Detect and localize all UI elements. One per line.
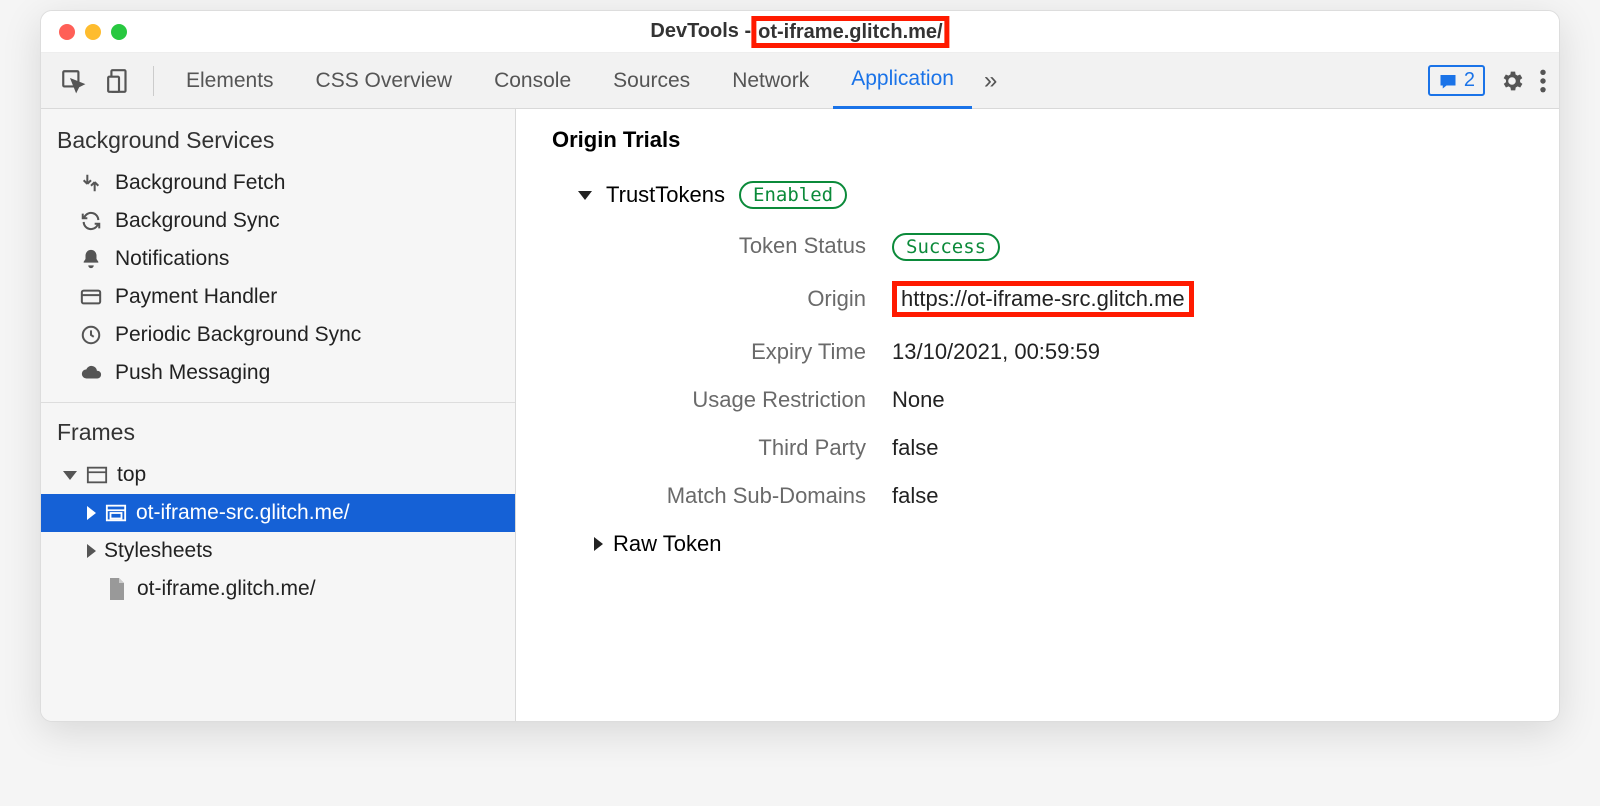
traffic-lights bbox=[59, 24, 127, 40]
main-panel: Origin Trials TrustTokens Enabled Token … bbox=[516, 109, 1559, 721]
kv-val: 13/10/2021, 00:59:59 bbox=[892, 339, 1100, 365]
kv-row-token-status: Token Status Success bbox=[612, 233, 1523, 259]
sidebar-item-periodic-sync[interactable]: Periodic Background Sync bbox=[41, 316, 515, 354]
sidebar-item-label: Notifications bbox=[115, 247, 229, 271]
sidebar-item-notifications[interactable]: Notifications bbox=[41, 240, 515, 278]
window-icon bbox=[85, 465, 109, 485]
close-button[interactable] bbox=[59, 24, 75, 40]
divider bbox=[153, 66, 154, 96]
settings-icon[interactable] bbox=[1499, 68, 1525, 94]
tree-label: Stylesheets bbox=[104, 539, 213, 563]
sidebar-item-push-messaging[interactable]: Push Messaging bbox=[41, 354, 515, 392]
minimize-button[interactable] bbox=[85, 24, 101, 40]
kv-val: Success bbox=[892, 233, 1000, 259]
zoom-button[interactable] bbox=[111, 24, 127, 40]
main-heading: Origin Trials bbox=[552, 127, 1523, 153]
kv-val: false bbox=[892, 435, 938, 461]
inspect-icon[interactable] bbox=[53, 61, 93, 101]
tree-label: ot-iframe.glitch.me/ bbox=[137, 577, 316, 601]
raw-token-row[interactable]: Raw Token bbox=[592, 531, 1523, 557]
sidebar-item-label: Payment Handler bbox=[115, 285, 277, 309]
tab-elements[interactable]: Elements bbox=[168, 53, 292, 109]
tabbar: Elements CSS Overview Console Sources Ne… bbox=[41, 53, 1559, 109]
sidebar-item-label: Background Sync bbox=[115, 209, 280, 233]
frame-leaf[interactable]: ot-iframe.glitch.me/ bbox=[41, 570, 515, 608]
sidebar-item-background-sync[interactable]: Background Sync bbox=[41, 202, 515, 240]
sidebar-item-label: Background Fetch bbox=[115, 171, 285, 195]
frame-top[interactable]: top bbox=[41, 456, 515, 494]
frame-selected[interactable]: ot-iframe-src.glitch.me/ bbox=[41, 494, 515, 532]
trial-row[interactable]: TrustTokens Enabled bbox=[578, 181, 1523, 209]
kv-val: false bbox=[892, 483, 938, 509]
kv-row-origin: Origin https://ot-iframe-src.glitch.me bbox=[612, 281, 1523, 317]
sidebar-section-bg-services: Background Services bbox=[41, 109, 515, 164]
sidebar: Background Services Background Fetch Bac… bbox=[41, 109, 516, 721]
kv-row-expiry: Expiry Time 13/10/2021, 00:59:59 bbox=[612, 339, 1523, 365]
cloud-icon bbox=[79, 362, 103, 384]
iframe-icon bbox=[104, 503, 128, 523]
kv-key: Expiry Time bbox=[612, 339, 892, 365]
window-title: DevTools - ot-iframe.glitch.me/ bbox=[650, 16, 949, 48]
tab-network[interactable]: Network bbox=[714, 53, 827, 109]
clock-icon bbox=[79, 324, 103, 346]
chevron-right-icon bbox=[87, 544, 96, 558]
bell-icon bbox=[79, 248, 103, 270]
kv-val: None bbox=[892, 387, 945, 413]
titlebar: DevTools - ot-iframe.glitch.me/ bbox=[41, 11, 1559, 53]
origin-highlight: https://ot-iframe-src.glitch.me bbox=[892, 281, 1194, 317]
sidebar-item-background-fetch[interactable]: Background Fetch bbox=[41, 164, 515, 202]
tab-application[interactable]: Application bbox=[833, 53, 972, 109]
kv-row-usage: Usage Restriction None bbox=[612, 387, 1523, 413]
kv-key: Usage Restriction bbox=[612, 387, 892, 413]
sidebar-item-payment-handler[interactable]: Payment Handler bbox=[41, 278, 515, 316]
sidebar-item-label: Periodic Background Sync bbox=[115, 323, 361, 347]
tab-css-overview[interactable]: CSS Overview bbox=[298, 53, 471, 109]
tabbar-right: 2 bbox=[1428, 65, 1547, 96]
kv-key: Origin bbox=[612, 286, 892, 312]
status-pill: Success bbox=[892, 233, 1000, 261]
divider bbox=[41, 402, 515, 403]
kv-key: Third Party bbox=[612, 435, 892, 461]
chevron-right-icon bbox=[594, 537, 603, 551]
kv-key: Match Sub-Domains bbox=[612, 483, 892, 509]
kebab-menu-icon[interactable] bbox=[1539, 68, 1547, 94]
tab-sources[interactable]: Sources bbox=[595, 53, 708, 109]
sidebar-item-label: Push Messaging bbox=[115, 361, 270, 385]
trial-status-pill: Enabled bbox=[739, 181, 847, 209]
bg-sync-icon bbox=[79, 210, 103, 232]
device-toggle-icon[interactable] bbox=[99, 61, 139, 101]
trial-name: TrustTokens bbox=[606, 182, 725, 208]
chevron-right-icon bbox=[87, 506, 96, 520]
frame-label: ot-iframe-src.glitch.me/ bbox=[136, 501, 350, 525]
issues-badge[interactable]: 2 bbox=[1428, 65, 1485, 96]
kv-row-third-party: Third Party false bbox=[612, 435, 1523, 461]
kv-table: Token Status Success Origin https://ot-i… bbox=[612, 233, 1523, 509]
title-prefix: DevTools - bbox=[650, 20, 751, 43]
issues-icon bbox=[1438, 72, 1458, 90]
file-icon bbox=[105, 578, 129, 600]
tab-console[interactable]: Console bbox=[476, 53, 589, 109]
devtools-window: DevTools - ot-iframe.glitch.me/ Elements… bbox=[40, 10, 1560, 722]
frame-stylesheets[interactable]: Stylesheets bbox=[41, 532, 515, 570]
chevron-down-icon bbox=[578, 191, 592, 200]
content: Background Services Background Fetch Bac… bbox=[41, 109, 1559, 721]
bg-fetch-icon bbox=[79, 172, 103, 194]
title-highlight: ot-iframe.glitch.me/ bbox=[751, 16, 949, 48]
chevron-down-icon bbox=[63, 471, 77, 480]
kv-key: Token Status bbox=[612, 233, 892, 259]
sidebar-section-frames: Frames bbox=[41, 413, 515, 456]
raw-token-label: Raw Token bbox=[613, 531, 721, 557]
frame-label: top bbox=[117, 463, 146, 487]
kv-val: https://ot-iframe-src.glitch.me bbox=[892, 281, 1194, 317]
more-tabs-icon[interactable]: » bbox=[978, 67, 1003, 95]
issues-count: 2 bbox=[1464, 69, 1475, 92]
card-icon bbox=[79, 286, 103, 308]
kv-row-subdomains: Match Sub-Domains false bbox=[612, 483, 1523, 509]
